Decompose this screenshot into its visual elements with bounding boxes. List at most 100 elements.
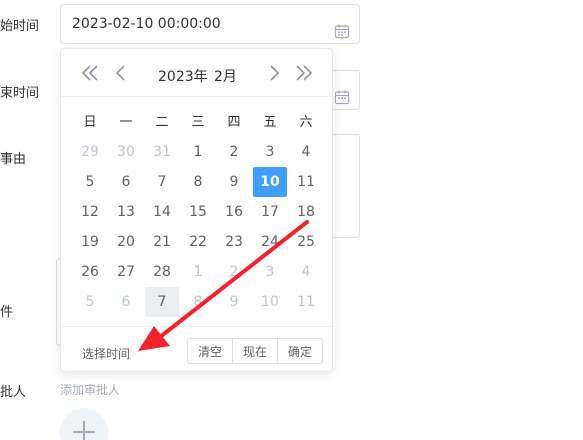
calendar-day-number: 1: [193, 264, 203, 280]
calendar-day[interactable]: 2: [216, 257, 252, 287]
calendar-day[interactable]: 8: [180, 167, 216, 197]
calendar-icon[interactable]: [334, 82, 350, 105]
year-label[interactable]: 2023年: [158, 66, 208, 86]
calendar-day[interactable]: 15: [180, 197, 216, 227]
calendar-day[interactable]: 26: [72, 257, 108, 287]
footer-button-group: 清空 现在 确定: [187, 338, 324, 364]
calendar-day-number: 6: [121, 294, 131, 310]
calendar-day-number: 25: [297, 234, 315, 250]
chevron-left-icon[interactable]: [111, 63, 131, 83]
calendar-day-number: 22: [189, 234, 207, 250]
attachment-label: 附件: [0, 305, 14, 320]
calendar-day-number: 24: [261, 234, 279, 250]
calendar-day[interactable]: 1: [180, 137, 216, 167]
calendar-day-number: 21: [153, 234, 171, 250]
calendar-day-number: 12: [81, 204, 99, 220]
start-time-input[interactable]: 2023-02-10 00:00:00: [60, 4, 360, 44]
calendar-day[interactable]: 19: [72, 227, 108, 257]
calendar-day-today[interactable]: 7: [144, 287, 180, 317]
calendar-day[interactable]: 8: [180, 287, 216, 317]
calendar-day-number: 1: [193, 144, 203, 160]
calendar-day-number: 9: [229, 294, 239, 310]
clear-button[interactable]: 清空: [187, 338, 234, 364]
calendar-day-number: 3: [265, 144, 275, 160]
calendar-day[interactable]: 14: [144, 197, 180, 227]
calendar-day-number: 13: [117, 204, 135, 220]
now-button[interactable]: 现在: [232, 338, 279, 364]
calendar-day[interactable]: 3: [252, 137, 288, 167]
calendar-day-number: 26: [81, 264, 99, 280]
calendar-day[interactable]: 25: [288, 227, 324, 257]
calendar-day[interactable]: 29: [72, 137, 108, 167]
calendar-day-selected[interactable]: 10: [252, 167, 288, 197]
calendar-day-number: 28: [153, 264, 171, 280]
month-label[interactable]: 2月: [214, 66, 237, 86]
weekday-label: 四: [227, 115, 241, 130]
calendar-day[interactable]: 18: [288, 197, 324, 227]
select-time-link[interactable]: 选择时间: [82, 345, 130, 362]
calendar-day[interactable]: 17: [252, 197, 288, 227]
calendar-day[interactable]: 20: [108, 227, 144, 257]
calendar-day-number: 3: [265, 264, 275, 280]
weekday-label: 一: [119, 115, 133, 130]
calendar-day[interactable]: 13: [108, 197, 144, 227]
calendar-day[interactable]: 6: [108, 287, 144, 317]
calendar-day[interactable]: 5: [72, 167, 108, 197]
calendar-day-number: 31: [153, 144, 171, 160]
calendar-day[interactable]: 7: [144, 167, 180, 197]
calendar-day[interactable]: 3: [252, 257, 288, 287]
weekday-label: 三: [191, 115, 205, 130]
calendar-day[interactable]: 16: [216, 197, 252, 227]
calendar-day[interactable]: 11: [288, 167, 324, 197]
calendar-day[interactable]: 9: [216, 167, 252, 197]
calendar-day-number: 7: [157, 174, 167, 190]
calendar-day-number: 29: [81, 144, 99, 160]
start-time-label: 开始时间: [0, 19, 40, 34]
calendar-day[interactable]: 4: [288, 257, 324, 287]
chevron-right-icon[interactable]: [264, 63, 284, 83]
calendar-day-number: 10: [253, 167, 287, 197]
calendar-day-number: 17: [261, 204, 279, 220]
calendar-day[interactable]: 1: [180, 257, 216, 287]
add-approver-button[interactable]: [60, 408, 108, 440]
calendar-day[interactable]: 23: [216, 227, 252, 257]
calendar-day[interactable]: 28: [144, 257, 180, 287]
double-chevron-right-icon[interactable]: [294, 63, 314, 83]
calendar-day-number: 23: [225, 234, 243, 250]
calendar-day[interactable]: 11: [288, 287, 324, 317]
calendar-day[interactable]: 6: [108, 167, 144, 197]
add-approver-link[interactable]: 添加审批人: [60, 381, 120, 398]
calendar-day[interactable]: 22: [180, 227, 216, 257]
date-picker-header: 2023年 2月: [61, 49, 332, 97]
calendar-day[interactable]: 2: [216, 137, 252, 167]
calendar-day-number: 2: [229, 264, 239, 280]
calendar-day-number: 11: [297, 174, 315, 190]
calendar-day[interactable]: 31: [144, 137, 180, 167]
calendar-day[interactable]: 9: [216, 287, 252, 317]
start-time-value: 2023-02-10 00:00:00: [72, 16, 221, 32]
calendar-day-number: 15: [189, 204, 207, 220]
calendar-day[interactable]: 21: [144, 227, 180, 257]
calendar-day[interactable]: 5: [72, 287, 108, 317]
calendar-day[interactable]: 12: [72, 197, 108, 227]
calendar-icon[interactable]: [334, 16, 350, 39]
confirm-button[interactable]: 确定: [277, 338, 324, 364]
weekday-label: 日: [83, 115, 97, 130]
calendar-day-number: 30: [117, 144, 135, 160]
calendar-day-number: 7: [145, 287, 179, 317]
date-picker-panel: 2023年 2月 日 一 二 三 四 五 六 29 30 31 1 2 3 4 5 6 7 8 9 10…: [60, 48, 333, 372]
calendar-day-number: 8: [193, 294, 203, 310]
calendar-day-number: 8: [193, 174, 203, 190]
calendar-day-number: 27: [117, 264, 135, 280]
calendar-day-number: 4: [301, 144, 311, 160]
calendar-day[interactable]: 24: [252, 227, 288, 257]
calendar-day[interactable]: 4: [288, 137, 324, 167]
calendar-day[interactable]: 27: [108, 257, 144, 287]
calendar-day-number: 19: [81, 234, 99, 250]
double-chevron-left-icon[interactable]: [80, 63, 100, 83]
weekday-header-row: 日 一 二 三 四 五 六: [72, 111, 324, 130]
calendar-day-grid: 29 30 31 1 2 3 4 5 6 7 8 9 10 11 12 13 14 15 16 17 18 19 20 21 2…: [72, 137, 324, 317]
calendar-day-number: 18: [297, 204, 315, 220]
calendar-day[interactable]: 10: [252, 287, 288, 317]
calendar-day[interactable]: 30: [108, 137, 144, 167]
